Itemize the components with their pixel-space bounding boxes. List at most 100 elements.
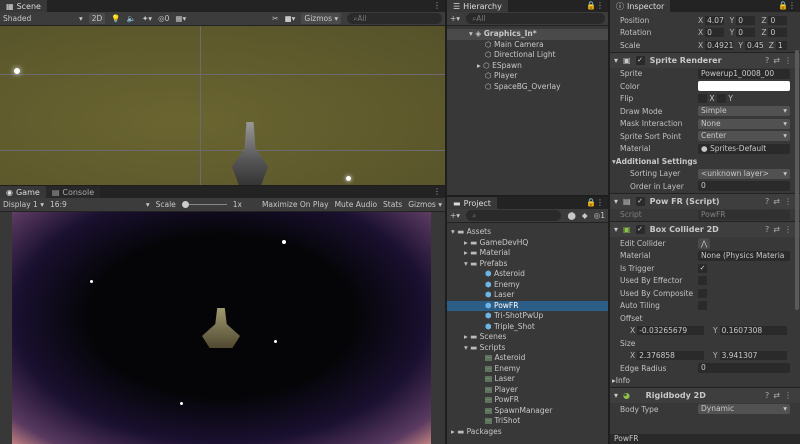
tab-scene[interactable]: ▦ Scene [0, 0, 47, 12]
project-item[interactable]: ▤ Enemy [447, 364, 608, 375]
edit-collider-button[interactable]: ⋀ [698, 237, 711, 249]
project-item[interactable]: ▾ ▬ Scripts [447, 343, 608, 354]
rotation-y[interactable]: 0 [736, 28, 755, 38]
game-viewport[interactable] [12, 212, 431, 444]
project-item[interactable]: ⬢ Enemy [447, 280, 608, 291]
project-item[interactable]: ⬢ Triple_Shot [447, 322, 608, 333]
aspect-dropdown[interactable]: 16:9 [50, 200, 140, 209]
hierarchy-search[interactable]: ⌕ All [466, 13, 605, 24]
hierarchy-item[interactable]: ⬡ SpaceBG_Overlay [447, 82, 608, 93]
project-item[interactable]: ⬢ Laser [447, 290, 608, 301]
camera-icon[interactable]: ■▾ [285, 14, 296, 23]
tab-inspector[interactable]: ⓘ Inspector [610, 0, 671, 12]
physics-material-field[interactable]: None (Physics Materia [698, 250, 790, 261]
material-field[interactable]: ● Sprites-Default [698, 143, 790, 154]
inspector-scrollbar[interactable] [795, 50, 799, 310]
project-search[interactable]: ⌕ [466, 210, 562, 221]
hidden-count[interactable]: ◎1 [594, 211, 605, 220]
project-item[interactable]: ▸ ▬ Packages [447, 427, 608, 438]
project-item[interactable]: ▤ TriShot [447, 416, 608, 427]
position-x[interactable]: 4.07 [705, 15, 724, 25]
position-y[interactable]: 0 [736, 15, 755, 25]
grid-snap-icon[interactable]: ▦▾ [175, 14, 186, 23]
lighting-icon[interactable]: 💡 [111, 14, 120, 23]
component-menu-icon[interactable]: ?⇄⋮ [765, 197, 796, 206]
flip-x-checkbox[interactable] [698, 94, 707, 104]
hierarchy-item[interactable]: ▸ ⬡ ESpawn [447, 61, 608, 72]
player-ship[interactable] [202, 308, 240, 348]
enabled-checkbox[interactable]: ✓ [635, 225, 645, 234]
maximize-on-play-button[interactable]: Maximize On Play [262, 200, 329, 209]
project-item[interactable]: ⬢ Tri-ShotPwUp [447, 311, 608, 322]
component-menu-icon[interactable]: ?⇄⋮ [765, 56, 796, 65]
color-field[interactable] [698, 81, 790, 92]
display-dropdown[interactable]: Display 1 ▾ [3, 200, 44, 209]
project-item[interactable]: ⬢ PowFR [447, 300, 608, 311]
used-by-effector-checkbox[interactable] [698, 276, 707, 286]
offset-y[interactable]: 0.1607308 [719, 326, 787, 336]
lock-icon[interactable]: 🔒⋮ [778, 1, 796, 10]
component-menu-icon[interactable]: ?⇄⋮ [765, 391, 796, 400]
enabled-checkbox[interactable]: ✓ [635, 196, 645, 206]
body-type-dropdown[interactable]: Dynamic ▾ [698, 404, 790, 415]
effects-icon[interactable]: ✦▾ [142, 14, 152, 23]
sprite-renderer-header[interactable]: ▾ ▣ ✓ Sprite Renderer ?⇄⋮ [610, 51, 800, 68]
hierarchy-item[interactable]: ⬡ Main Camera [447, 40, 608, 51]
sprite-field[interactable]: Powerup1_0008_00 [698, 68, 790, 79]
auto-tiling-checkbox[interactable] [698, 301, 707, 311]
component-menu-icon[interactable]: ?⇄⋮ [765, 225, 796, 234]
project-item[interactable]: ▸ ▬ Scenes [447, 332, 608, 343]
scale-y[interactable]: 0.45 [744, 40, 764, 50]
pow-script-header[interactable]: ▾ ▤ ✓ Pow FR (Script) ?⇄⋮ [610, 192, 800, 209]
enabled-checkbox[interactable]: ✓ [635, 55, 645, 65]
more-icon[interactable]: ⋮ [433, 1, 441, 10]
tab-hierarchy[interactable]: ☰ Hierarchy [447, 0, 508, 12]
project-item[interactable]: ▤ Player [447, 385, 608, 396]
additional-settings-foldout[interactable]: ▾ Additional Settings [610, 155, 800, 168]
shading-dropdown[interactable]: Shaded [3, 14, 73, 23]
position-z[interactable]: 0 [768, 15, 788, 25]
is-trigger-checkbox[interactable]: ✓ [698, 263, 707, 273]
size-x[interactable]: 2.376858 [637, 351, 705, 361]
add-button[interactable]: +▾ [450, 211, 460, 220]
project-item[interactable]: ▤ Asteroid [447, 353, 608, 364]
scene-search[interactable]: ⌕ All [347, 13, 442, 24]
rigidbody-header[interactable]: ▾ ◕ Rigidbody 2D ?⇄⋮ [610, 387, 800, 403]
visibility-icon[interactable]: ◎0 [158, 14, 169, 23]
label-icon[interactable]: ◆ [582, 211, 588, 220]
lock-icon[interactable]: 🔒⋮ [586, 198, 604, 207]
project-item[interactable]: ▤ Laser [447, 374, 608, 385]
rotation-z[interactable]: 0 [768, 28, 788, 38]
offset-x[interactable]: -0.03265679 [637, 326, 705, 336]
add-button[interactable]: +▾ [450, 14, 460, 23]
lock-icon[interactable]: 🔒⋮ [586, 1, 604, 10]
flip-y-checkbox[interactable] [716, 94, 726, 104]
order-in-layer-field[interactable]: 0 [698, 181, 790, 192]
player-ship[interactable] [232, 122, 268, 185]
2d-toggle[interactable]: 2D [88, 13, 106, 24]
info-foldout[interactable]: ▸ Info [610, 375, 800, 388]
mask-interaction-dropdown[interactable]: None ▾ [698, 118, 790, 129]
tools-icon[interactable]: ✂ [272, 14, 278, 23]
project-item[interactable]: ▸ ▬ Material [447, 248, 608, 259]
more-icon[interactable]: ⋮ [433, 187, 441, 196]
box-collider-header[interactable]: ▾ ▣ ✓ Box Collider 2D ?⇄⋮ [610, 221, 800, 237]
filter-icon[interactable]: ⬤ [567, 211, 575, 220]
scale-z[interactable]: 1 [775, 40, 788, 50]
project-item[interactable]: ⬢ Asteroid [447, 269, 608, 280]
tab-project[interactable]: ▬ Project [447, 197, 497, 209]
rotation-x[interactable]: 0 [705, 28, 724, 38]
audio-icon[interactable]: 🔈 [127, 14, 136, 23]
scene-root[interactable]: ▾ ◈ Graphics_In* [447, 29, 608, 40]
mute-audio-button[interactable]: Mute Audio [335, 200, 377, 209]
edge-radius-field[interactable]: 0 [698, 363, 790, 374]
scene-viewport[interactable] [0, 26, 445, 185]
project-item[interactable]: ▾ ▬ Assets [447, 227, 608, 238]
gizmos-button[interactable]: Gizmos ▾ [408, 200, 442, 209]
project-item[interactable]: ▾ ▬ Prefabs [447, 259, 608, 270]
scale-x[interactable]: 0.4921 [705, 40, 733, 50]
project-item[interactable]: ▤ SpawnManager [447, 406, 608, 417]
draw-mode-dropdown[interactable]: Simple ▾ [698, 106, 790, 117]
tab-console[interactable]: ▤ Console [45, 186, 101, 198]
sort-point-dropdown[interactable]: Center ▾ [698, 131, 790, 142]
